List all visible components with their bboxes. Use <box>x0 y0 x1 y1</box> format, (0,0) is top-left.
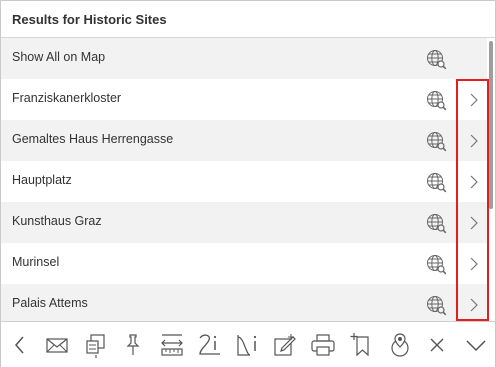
collapse-icon[interactable] <box>462 331 490 359</box>
chevron-right-icon[interactable] <box>467 92 481 108</box>
chevron-right-icon[interactable] <box>467 215 481 231</box>
list-item-label: Kunsthaus Graz <box>12 214 102 228</box>
list-item-label: Franziskanerkloster <box>12 91 122 105</box>
list-item[interactable]: Palais Attems <box>1 284 487 321</box>
list-item-label: Hauptplatz <box>12 173 72 187</box>
list-item[interactable]: Franziskanerkloster <box>1 79 487 120</box>
envelope-icon[interactable] <box>43 331 71 359</box>
add-bookmark-icon[interactable] <box>348 331 376 359</box>
results-panel: Results for Historic Sites Show All on M… <box>0 0 496 367</box>
location-icon[interactable] <box>386 331 414 359</box>
bottom-toolbar <box>1 321 495 367</box>
globe-search-icon[interactable] <box>425 89 447 111</box>
list-item-label: Murinsel <box>12 255 60 269</box>
list-item[interactable]: Kunsthaus Graz <box>1 202 487 243</box>
list-item-label: Show All on Map <box>12 50 106 64</box>
globe-search-icon[interactable] <box>425 294 447 316</box>
print-icon[interactable] <box>309 331 337 359</box>
globe-search-icon[interactable] <box>425 212 447 234</box>
route-info-icon[interactable] <box>196 331 224 359</box>
pin-icon[interactable] <box>119 331 147 359</box>
list-item[interactable]: Gemaltes Haus Herrengasse <box>1 120 487 161</box>
show-all-on-map-item[interactable]: Show All on Map <box>1 38 487 79</box>
close-icon[interactable] <box>423 331 451 359</box>
results-header: Results for Historic Sites <box>1 1 495 38</box>
globe-search-icon[interactable] <box>425 171 447 193</box>
elevation-info-icon[interactable] <box>234 331 262 359</box>
list-item[interactable]: Murinsel <box>1 243 487 284</box>
back-icon[interactable] <box>6 331 34 359</box>
globe-search-icon[interactable] <box>425 48 447 70</box>
page-title: Results for Historic Sites <box>12 12 167 27</box>
list-item-label: Palais Attems <box>12 296 88 310</box>
results-list: Show All on Map Franziskanerkloster Gema… <box>1 38 495 321</box>
list-item-label: Gemaltes Haus Herrengasse <box>12 132 174 146</box>
globe-search-icon[interactable] <box>425 253 447 275</box>
chevron-right-icon[interactable] <box>467 174 481 190</box>
edit-icon[interactable] <box>271 331 299 359</box>
measure-icon[interactable] <box>158 331 186 359</box>
list-item[interactable]: Hauptplatz <box>1 161 487 202</box>
vertical-scrollbar[interactable] <box>488 39 494 321</box>
bookmarks-icon[interactable] <box>82 331 110 359</box>
chevron-right-icon[interactable] <box>467 133 481 149</box>
scrollbar-thumb[interactable] <box>489 41 493 209</box>
chevron-right-icon[interactable] <box>467 297 481 313</box>
globe-search-icon[interactable] <box>425 130 447 152</box>
chevron-right-icon[interactable] <box>467 256 481 272</box>
